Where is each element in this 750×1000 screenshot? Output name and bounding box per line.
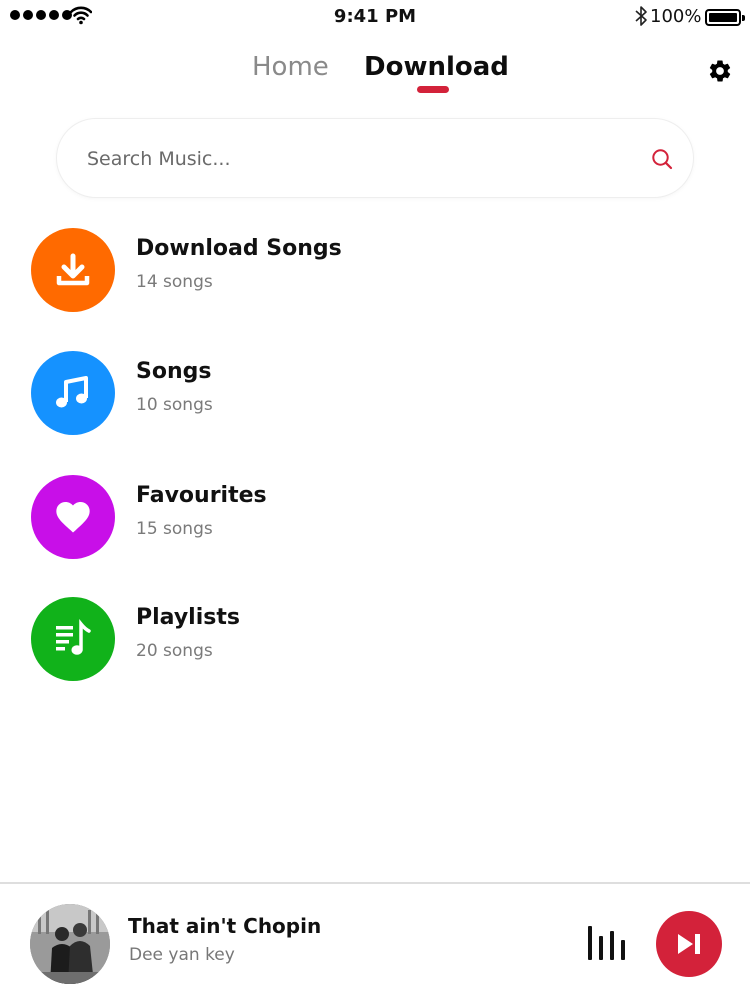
now-playing-artist: Dee yan key xyxy=(129,945,235,965)
download-icon xyxy=(31,228,115,312)
list-item-playlists[interactable]: Playlists 20 songs xyxy=(0,597,750,697)
list-item-title: Favourites xyxy=(136,483,267,508)
skip-next-button[interactable] xyxy=(656,911,722,977)
music-note-icon xyxy=(31,351,115,435)
active-tab-indicator xyxy=(417,86,449,93)
tab-home[interactable]: Home xyxy=(252,52,329,82)
heart-icon xyxy=(31,475,115,559)
status-bar: 9:41 PM 100% xyxy=(0,0,750,34)
skip-next-icon xyxy=(678,934,700,954)
list-item-count: 15 songs xyxy=(136,519,213,539)
tab-bar: Home Download xyxy=(0,48,750,104)
list-item-title: Download Songs xyxy=(136,236,342,261)
search-icon[interactable] xyxy=(650,147,674,171)
list-item-title: Songs xyxy=(136,359,212,384)
tab-download[interactable]: Download xyxy=(364,52,509,82)
list-item-favourites[interactable]: Favourites 15 songs xyxy=(0,475,750,575)
album-art[interactable] xyxy=(30,904,110,984)
battery-percent: 100% xyxy=(650,6,702,27)
bluetooth-icon xyxy=(635,6,647,26)
now-playing-bar[interactable]: That ain't Chopin Dee yan key xyxy=(0,884,750,1000)
battery-icon xyxy=(705,9,745,26)
list-item-count: 20 songs xyxy=(136,641,213,661)
list-item-count: 10 songs xyxy=(136,395,213,415)
list-item-download-songs[interactable]: Download Songs 14 songs xyxy=(0,228,750,328)
list-item-songs[interactable]: Songs 10 songs xyxy=(0,351,750,451)
gear-icon[interactable] xyxy=(707,58,733,84)
search-bar xyxy=(56,118,694,198)
equalizer-icon[interactable] xyxy=(586,924,630,960)
list-item-title: Playlists xyxy=(136,605,240,630)
now-playing-title: That ain't Chopin xyxy=(128,914,322,938)
list-item-count: 14 songs xyxy=(136,272,213,292)
search-input[interactable] xyxy=(87,139,607,179)
playlist-icon xyxy=(31,597,115,681)
